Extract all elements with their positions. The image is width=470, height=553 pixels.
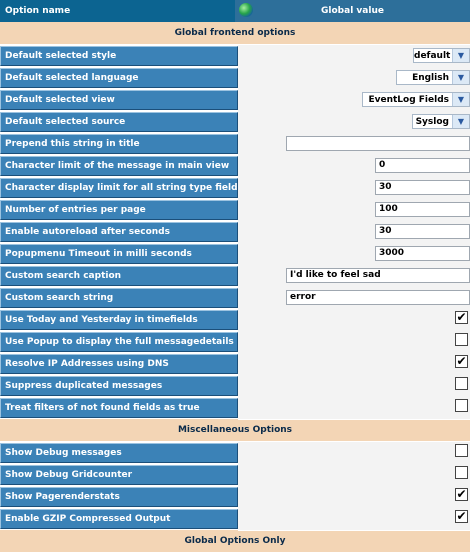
search-string-input[interactable]: error (286, 290, 470, 305)
section-misc: Miscellaneous Options (0, 419, 470, 442)
option-label: Show Debug Gridcounter (0, 465, 238, 485)
char-display-input[interactable]: 30 (375, 180, 470, 195)
option-row-prepend: Prepend this string in title (0, 133, 470, 156)
autoreload-input[interactable]: 30 (375, 224, 470, 239)
option-label: Treat filters of not found fields as tru… (0, 398, 238, 418)
section-frontend: Global frontend options (0, 22, 470, 45)
option-label: Default selected source (0, 112, 238, 132)
view-select[interactable]: EventLog Fields ▼ (362, 92, 470, 107)
option-row-today-yesterday: Use Today and Yesterday in timefields ✔ (0, 309, 470, 332)
option-row-debug-messages: Show Debug messages (0, 442, 470, 465)
treat-filters-checkbox[interactable] (455, 399, 468, 412)
option-row-search-caption: Custom search caption I'd like to feel s… (0, 265, 470, 288)
chevron-down-icon[interactable]: ▼ (452, 93, 469, 106)
option-label: Popupmenu Timeout in milli seconds (0, 244, 238, 264)
option-label: Character display limit for all string t… (0, 178, 238, 198)
option-label: Enable GZIP Compressed Output (0, 509, 238, 529)
style-select-value: default (414, 51, 451, 61)
option-row-gzip: Enable GZIP Compressed Output ✔ (0, 508, 470, 531)
style-select[interactable]: default ▼ (413, 48, 470, 63)
option-label: Show Pagerenderstats (0, 487, 238, 507)
resolve-ip-checkbox[interactable]: ✔ (455, 355, 468, 368)
debug-messages-checkbox[interactable] (455, 444, 468, 457)
char-limit-input[interactable]: 0 (375, 158, 470, 173)
source-select[interactable]: Syslog ▼ (412, 114, 470, 129)
chevron-down-icon[interactable]: ▼ (452, 49, 469, 62)
popup-timeout-input[interactable]: 3000 (375, 246, 470, 261)
popup-details-checkbox[interactable] (455, 333, 468, 346)
option-row-entries: Number of entries per page 100 (0, 199, 470, 222)
option-row-autoreload: Enable autoreload after seconds 30 (0, 221, 470, 244)
option-row-language: Default selected language English ▼ (0, 67, 470, 90)
option-label: Use Today and Yesterday in timefields (0, 310, 238, 330)
option-row-debug-grid: Show Debug Gridcounter (0, 464, 470, 487)
language-select[interactable]: English ▼ (396, 70, 470, 85)
entries-per-page-input[interactable]: 100 (375, 202, 470, 217)
globe-icon (239, 3, 253, 17)
view-select-value: EventLog Fields (368, 95, 449, 105)
option-row-popup-timeout: Popupmenu Timeout in milli seconds 3000 (0, 243, 470, 266)
chevron-down-icon[interactable]: ▼ (452, 115, 469, 128)
search-caption-input[interactable]: I'd like to feel sad (286, 268, 470, 283)
prepend-title-input[interactable] (286, 136, 470, 151)
option-label: Character limit of the message in main v… (0, 156, 238, 176)
option-label: Use Popup to display the full messagedet… (0, 332, 238, 352)
global-value-header: Global value (235, 0, 470, 22)
option-label: Show Debug messages (0, 443, 238, 463)
option-row-style: Default selected style default ▼ (0, 45, 470, 68)
suppress-duplicates-checkbox[interactable] (455, 377, 468, 390)
table-header: Option name Global value (0, 0, 470, 22)
global-value-label: Global value (321, 6, 384, 16)
option-row-source: Default selected source Syslog ▼ (0, 111, 470, 134)
option-name-header: Option name (0, 0, 235, 22)
option-label: Resolve IP Addresses using DNS (0, 354, 238, 374)
debug-gridcounter-checkbox[interactable] (455, 466, 468, 479)
option-row-suppress-dup: Suppress duplicated messages (0, 375, 470, 398)
option-label: Default selected view (0, 90, 238, 110)
option-label: Enable autoreload after seconds (0, 222, 238, 242)
option-label: Default selected style (0, 46, 238, 66)
language-select-value: English (412, 73, 449, 83)
pagerenderstats-checkbox[interactable]: ✔ (455, 488, 468, 501)
option-label: Default selected language (0, 68, 238, 88)
option-row-char-display: Character display limit for all string t… (0, 177, 470, 200)
option-row-char-limit: Character limit of the message in main v… (0, 155, 470, 178)
option-row-popup-details: Use Popup to display the full messagedet… (0, 331, 470, 354)
source-select-value: Syslog (415, 117, 449, 127)
option-row-pagerender: Show Pagerenderstats ✔ (0, 486, 470, 509)
options-table: Option name Global value Global frontend… (0, 0, 470, 553)
option-row-search-string: Custom search string error (0, 287, 470, 310)
chevron-down-icon[interactable]: ▼ (452, 71, 469, 84)
today-yesterday-checkbox[interactable]: ✔ (455, 311, 468, 324)
option-label: Number of entries per page (0, 200, 238, 220)
option-label: Custom search string (0, 288, 238, 308)
option-label: Custom search caption (0, 266, 238, 286)
option-label: Suppress duplicated messages (0, 376, 238, 396)
option-row-resolve-ip: Resolve IP Addresses using DNS ✔ (0, 353, 470, 376)
option-label: Prepend this string in title (0, 134, 238, 154)
option-row-treat-filters: Treat filters of not found fields as tru… (0, 397, 470, 420)
option-row-view: Default selected view EventLog Fields ▼ (0, 89, 470, 112)
section-global-only: Global Options Only (0, 530, 470, 553)
